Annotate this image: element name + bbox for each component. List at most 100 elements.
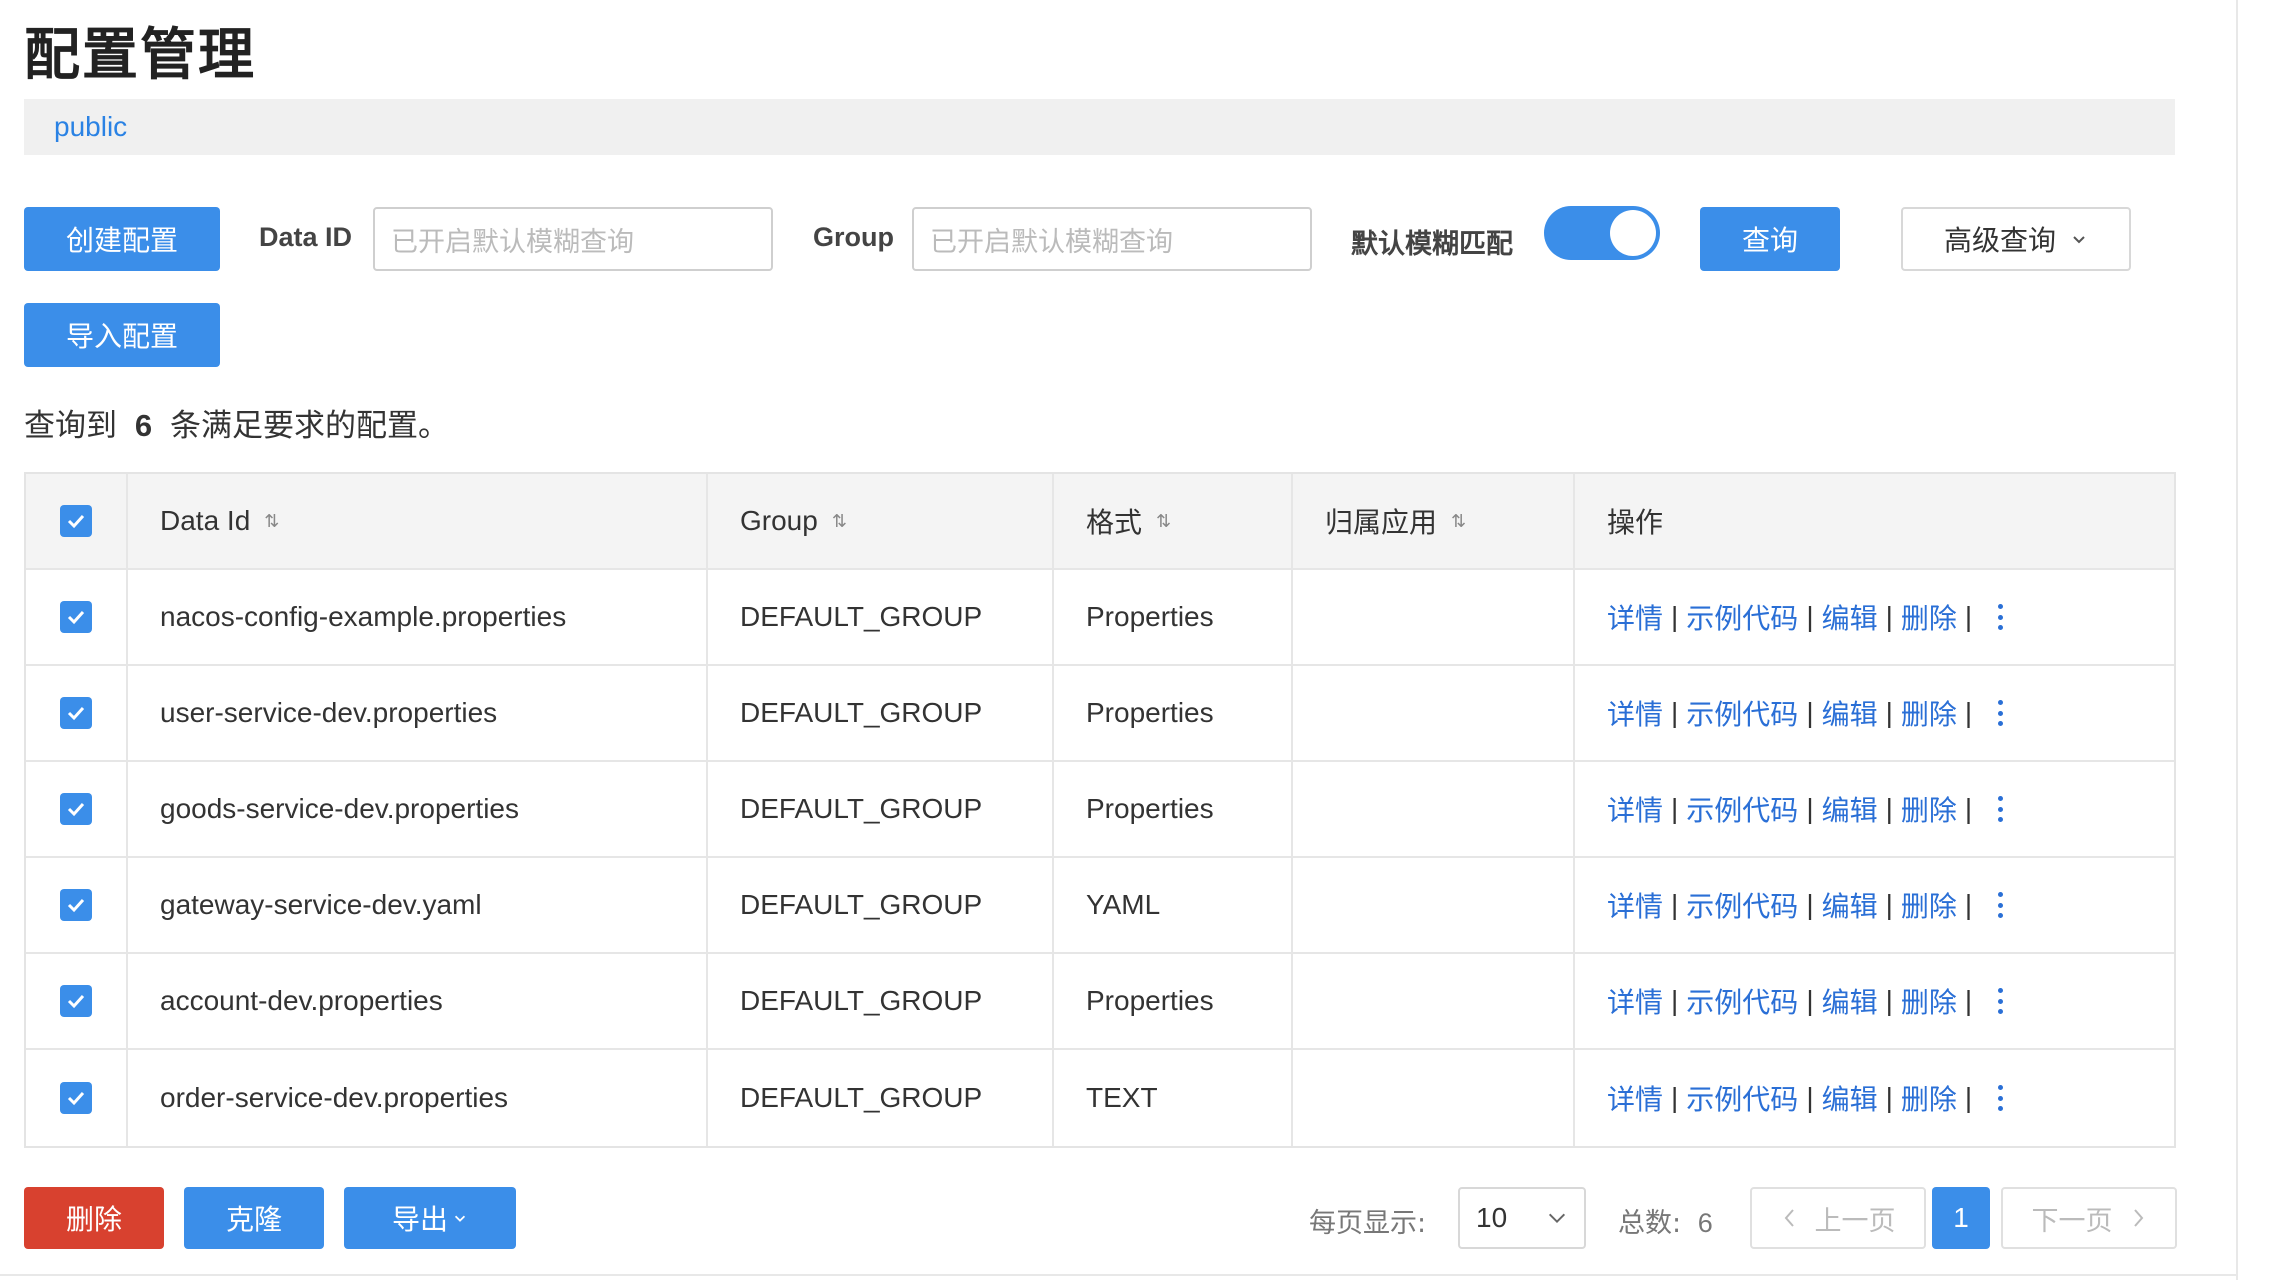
row-checkbox-cell [26,666,126,760]
sample-code-link[interactable]: 示例代码 [1686,693,1798,733]
detail-link[interactable]: 详情 [1607,693,1663,733]
row-actions: 详情 | 示例代码 | 编辑 | 删除 | [1607,789,2004,829]
separator: | [1671,985,1679,1016]
row-checkbox[interactable] [60,985,92,1017]
cell-data-id: goods-service-dev.properties [126,762,706,856]
table-row: gateway-service-dev.yaml DEFAULT_GROUP YAM… [26,858,2174,954]
delete-link[interactable]: 删除 [1901,693,1957,733]
separator: | [1885,889,1893,920]
summary-count: 6 [134,408,153,443]
separator: | [1885,1082,1893,1113]
row-checkbox[interactable] [60,1082,92,1114]
sample-code-link[interactable]: 示例代码 [1686,597,1798,637]
create-config-button[interactable]: 创建配置 [24,207,220,271]
cell-format: Properties [1052,666,1291,760]
current-page-button[interactable]: 1 [1932,1187,1990,1249]
delete-link[interactable]: 删除 [1901,885,1957,925]
sample-code-link[interactable]: 示例代码 [1686,789,1798,829]
sort-icon[interactable]: ⇅ [1156,511,1171,532]
header-actions-label: 操作 [1607,507,1664,538]
sample-code-link[interactable]: 示例代码 [1686,885,1798,925]
delete-link[interactable]: 删除 [1901,1078,1957,1118]
more-vertical-icon[interactable] [1998,796,2004,822]
export-button[interactable]: 导出 [344,1187,516,1249]
sort-icon[interactable]: ⇅ [1451,511,1466,532]
select-all-checkbox[interactable] [60,505,92,537]
cell-format: Properties [1052,762,1291,856]
group-input[interactable]: 已开启默认模糊查询 [912,207,1312,271]
detail-link[interactable]: 详情 [1607,885,1663,925]
header-group[interactable]: Group ⇅ [706,474,1052,568]
separator: | [1885,601,1893,632]
cell-data-id: user-service-dev.properties [126,666,706,760]
next-page-button[interactable]: 下一页 [2001,1187,2177,1249]
delete-link[interactable]: 删除 [1901,597,1957,637]
edit-link[interactable]: 编辑 [1822,597,1878,637]
edit-link[interactable]: 编辑 [1822,1078,1878,1118]
namespace-public-link[interactable]: public [54,111,127,143]
row-checkbox[interactable] [60,793,92,825]
checkbox-checked-icon [67,994,85,1009]
cell-group: DEFAULT_GROUP [706,666,1052,760]
data-id-input[interactable]: 已开启默认模糊查询 [373,207,773,271]
prev-page-button[interactable]: 上一页 [1750,1187,1926,1249]
advanced-query-button[interactable]: 高级查询 [1901,207,2131,271]
detail-link[interactable]: 详情 [1607,1078,1663,1118]
scrollbar[interactable] [2236,0,2276,1280]
row-checkbox[interactable] [60,697,92,729]
detail-link[interactable]: 详情 [1607,597,1663,637]
cell-format: Properties [1052,954,1291,1048]
header-app-label: 归属应用 [1325,507,1438,538]
row-checkbox-cell [26,570,126,664]
detail-link[interactable]: 详情 [1607,789,1663,829]
fuzzy-match-label: 默认模糊匹配 [1351,229,1513,260]
sort-icon[interactable]: ⇅ [264,511,279,532]
cell-format: Properties [1052,570,1291,664]
cell-group: DEFAULT_GROUP [706,762,1052,856]
query-button[interactable]: 查询 [1700,207,1840,271]
more-vertical-icon[interactable] [1998,604,2004,630]
cell-format: TEXT [1052,1050,1291,1146]
cell-actions: 详情 | 示例代码 | 编辑 | 删除 | [1573,858,2174,952]
edit-link[interactable]: 编辑 [1822,789,1878,829]
separator: | [1806,985,1814,1016]
cell-app [1291,666,1573,760]
delete-link[interactable]: 删除 [1901,981,1957,1021]
batch-delete-button[interactable]: 删除 [24,1187,164,1249]
sort-icon[interactable]: ⇅ [832,511,847,532]
data-id-label: Data ID [259,222,353,252]
divider [0,1274,2236,1276]
total-label-text: 总数: [1618,1208,1682,1239]
clone-button[interactable]: 克隆 [184,1187,324,1249]
header-format[interactable]: 格式 ⇅ [1052,474,1291,568]
cell-app [1291,954,1573,1048]
row-checkbox-cell [26,762,126,856]
row-actions: 详情 | 示例代码 | 编辑 | 删除 | [1607,981,2004,1021]
header-app[interactable]: 归属应用 ⇅ [1291,474,1573,568]
edit-link[interactable]: 编辑 [1822,693,1878,733]
detail-link[interactable]: 详情 [1607,981,1663,1021]
more-vertical-icon[interactable] [1998,892,2004,918]
import-config-button[interactable]: 导入配置 [24,303,220,367]
delete-link[interactable]: 删除 [1901,789,1957,829]
result-summary: 查询到 6 条满足要求的配置。 [24,400,449,445]
header-data-id-label: Data Id [160,505,251,536]
row-actions: 详情 | 示例代码 | 编辑 | 删除 | [1607,597,2004,637]
row-checkbox[interactable] [60,889,92,921]
more-vertical-icon[interactable] [1998,700,2004,726]
more-vertical-icon[interactable] [1998,988,2004,1014]
cell-format: YAML [1052,858,1291,952]
checkbox-checked-icon [67,898,85,913]
separator: | [1671,793,1679,824]
sample-code-link[interactable]: 示例代码 [1686,1078,1798,1118]
cell-data-id: gateway-service-dev.yaml [126,858,706,952]
row-checkbox[interactable] [60,601,92,633]
sample-code-link[interactable]: 示例代码 [1686,981,1798,1021]
edit-link[interactable]: 编辑 [1822,981,1878,1021]
header-data-id[interactable]: Data Id ⇅ [126,474,706,568]
edit-link[interactable]: 编辑 [1822,885,1878,925]
page-size-select[interactable]: 10 [1458,1187,1586,1249]
fuzzy-match-toggle[interactable] [1544,206,1660,260]
cell-actions: 详情 | 示例代码 | 编辑 | 删除 | [1573,954,2174,1048]
more-vertical-icon[interactable] [1998,1085,2004,1111]
